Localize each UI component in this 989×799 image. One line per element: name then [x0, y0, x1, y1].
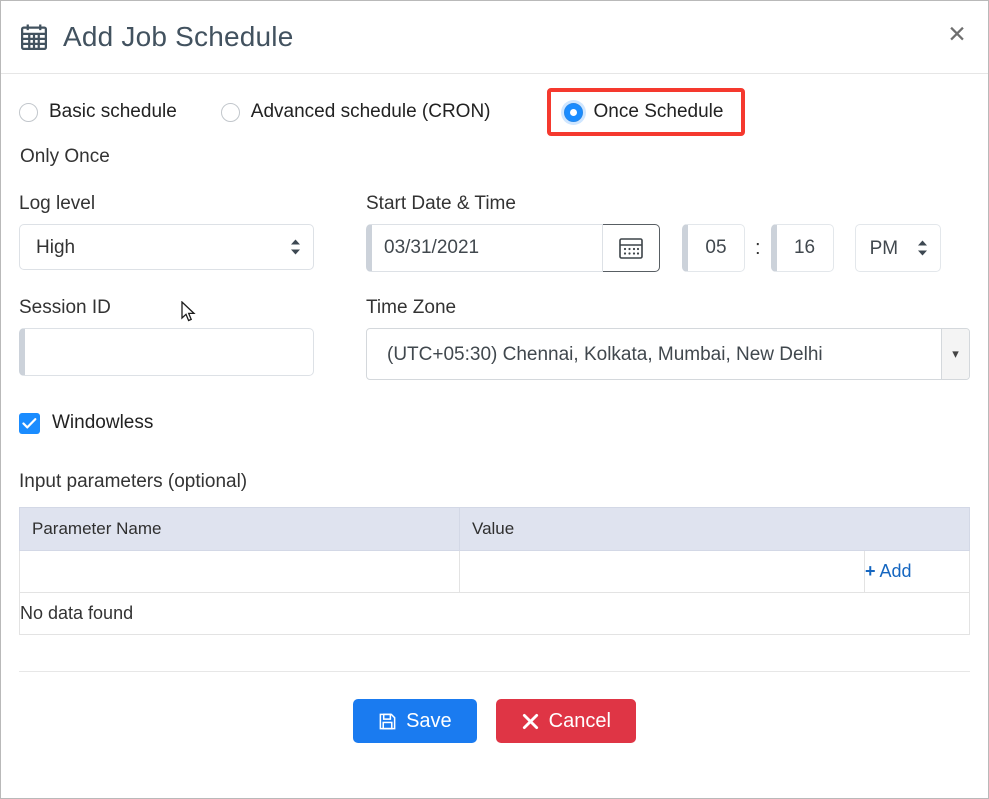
cell-parameter-value-input[interactable] — [459, 550, 865, 593]
radio-once-schedule-indicator — [563, 102, 583, 122]
empty-message: No data found — [19, 592, 970, 635]
windowless-label: Windowless — [52, 412, 154, 433]
add-job-schedule-dialog: Add Job Schedule ✕ Basic schedule Advanc… — [0, 0, 989, 799]
time-zone-select[interactable]: (UTC+05:30) Chennai, Kolkata, Mumbai, Ne… — [366, 328, 970, 380]
calendar-picker-button[interactable] — [603, 224, 660, 272]
cancel-button[interactable]: Cancel — [495, 699, 636, 743]
add-parameter-label: Add — [879, 561, 912, 581]
radio-advanced-schedule[interactable]: Advanced schedule (CRON) — [220, 101, 491, 123]
start-datetime-label: Start Date & Time — [366, 193, 516, 214]
session-id-group: Session ID — [19, 297, 349, 380]
floppy-disk-icon — [379, 713, 396, 729]
add-parameter-button[interactable]: + Add — [865, 561, 912, 581]
log-level-group: Log level High — [19, 193, 349, 272]
table-row-empty: No data found — [19, 592, 970, 635]
radio-once-schedule[interactable]: Once Schedule — [563, 101, 724, 123]
meridiem-select[interactable]: PM — [854, 224, 941, 272]
session-id-label: Session ID — [19, 297, 111, 318]
hour-input[interactable] — [682, 224, 745, 272]
calendar-icon — [21, 24, 47, 50]
radio-basic-schedule-label: Basic schedule — [49, 101, 177, 122]
log-level-select[interactable]: High — [19, 224, 314, 270]
table-row-new-parameter: + Add — [19, 550, 970, 593]
save-button-label: Save — [406, 709, 452, 732]
time-zone-group: Time Zone (UTC+05:30) Chennai, Kolkata, … — [366, 297, 970, 380]
check-icon — [22, 417, 37, 429]
start-datetime-group: Start Date & Time 03/31/2021 05: 16 PM — [366, 193, 970, 272]
windowless-checkbox[interactable]: Windowless — [19, 412, 970, 434]
table-header-row: Parameter Name Value — [19, 507, 970, 551]
dialog-body: Basic schedule Advanced schedule (CRON) … — [1, 74, 988, 635]
page-title: Add Job Schedule — [63, 21, 294, 52]
save-button[interactable]: Save — [353, 699, 477, 743]
calendar-picker-icon — [619, 238, 643, 259]
radio-once-schedule-label: Once Schedule — [593, 101, 724, 122]
checkbox-indicator — [19, 412, 40, 434]
time-separator: : — [755, 236, 761, 259]
dialog-header: Add Job Schedule ✕ — [1, 1, 988, 74]
time-zone-label: Time Zone — [366, 297, 457, 318]
input-parameters-title: Input parameters (optional) — [19, 471, 248, 492]
cell-parameter-name-input[interactable] — [19, 550, 460, 593]
minute-input[interactable] — [770, 224, 834, 272]
session-id-input[interactable] — [19, 328, 314, 376]
column-header-value: Value — [459, 507, 970, 551]
once-schedule-highlight: Once Schedule — [546, 88, 746, 136]
schedule-type-radio-group: Basic schedule Advanced schedule (CRON) … — [19, 74, 970, 136]
close-icon[interactable]: ✕ — [940, 17, 974, 51]
close-x-icon — [522, 713, 538, 729]
session-timezone-row: Session ID Time Zone (UTC+05:30) Chennai… — [19, 297, 970, 380]
input-parameters-table: Parameter Name Value + Add No data found — [19, 507, 970, 635]
log-level-datetime-row: Log level High Start Date & Time 03/31/2… — [19, 193, 970, 272]
start-date-input[interactable] — [366, 224, 603, 272]
radio-basic-schedule[interactable]: Basic schedule — [19, 101, 177, 123]
radio-advanced-schedule-indicator — [220, 102, 240, 122]
cell-add-action: + Add — [864, 550, 970, 593]
radio-basic-schedule-indicator — [19, 102, 38, 122]
plus-icon: + — [865, 561, 876, 581]
radio-advanced-schedule-label: Advanced schedule (CRON) — [250, 101, 491, 122]
column-header-parameter-name: Parameter Name — [19, 507, 460, 551]
dialog-footer: Save Cancel — [1, 672, 988, 743]
only-once-label: Only Once — [20, 146, 110, 167]
cancel-button-label: Cancel — [548, 709, 611, 732]
log-level-label: Log level — [19, 193, 96, 214]
